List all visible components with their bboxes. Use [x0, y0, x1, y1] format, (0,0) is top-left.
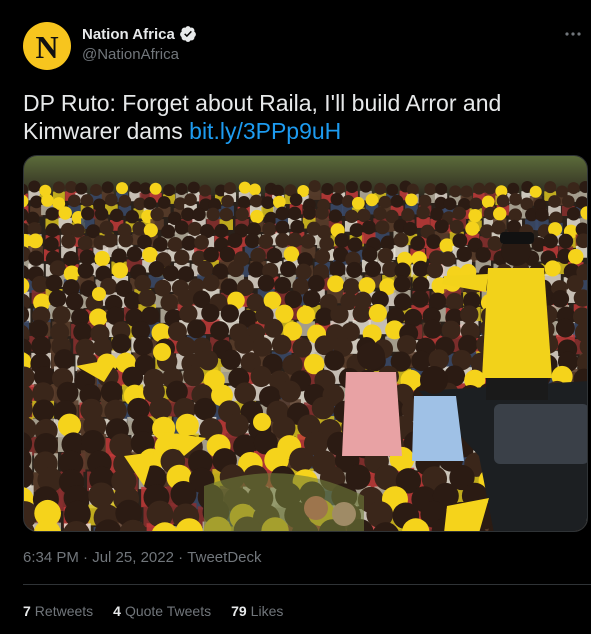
tweet-date[interactable]: Jul 25, 2022 — [92, 549, 174, 566]
retweets-count: 7 — [23, 603, 31, 619]
meta-separator: · — [178, 549, 184, 566]
tweet-link[interactable]: bit.ly/3PPp9uH — [189, 118, 341, 144]
photo-crowd-rally-icon — [24, 156, 587, 531]
avatar-letter: N — [35, 29, 59, 65]
retweets-stat[interactable]: 7 Retweets — [23, 603, 93, 619]
verified-badge-icon — [179, 25, 197, 43]
tweet-card: N Nation Africa @NationAfrica DP Ruto: F… — [0, 0, 591, 634]
author-name-row: Nation Africa — [82, 25, 197, 43]
likes-count: 79 — [231, 603, 247, 619]
meta-separator: · — [83, 549, 89, 566]
likes-stat[interactable]: 79 Likes — [231, 603, 283, 619]
tweet-source[interactable]: TweetDeck — [187, 549, 261, 566]
tweet-stats: 7 Retweets 4 Quote Tweets 79 Likes — [23, 603, 283, 619]
quote-tweets-stat[interactable]: 4 Quote Tweets — [113, 603, 211, 619]
tweet-time[interactable]: 6:34 PM — [23, 549, 79, 566]
avatar[interactable]: N — [23, 22, 71, 70]
handle[interactable]: @NationAfrica — [82, 46, 179, 63]
retweets-label: Retweets — [34, 603, 94, 619]
quote-tweets-label: Quote Tweets — [124, 603, 212, 619]
likes-label: Likes — [250, 603, 284, 619]
more-horizontal-icon[interactable] — [563, 24, 583, 44]
tweet-photo[interactable] — [23, 155, 588, 532]
display-name[interactable]: Nation Africa — [82, 26, 175, 43]
quote-tweets-count: 4 — [113, 603, 121, 619]
divider — [23, 584, 591, 585]
tweet-text: DP Ruto: Forget about Raila, I'll build … — [23, 89, 568, 145]
tweet-meta: 6:34 PM · Jul 25, 2022 · TweetDeck — [23, 549, 262, 566]
